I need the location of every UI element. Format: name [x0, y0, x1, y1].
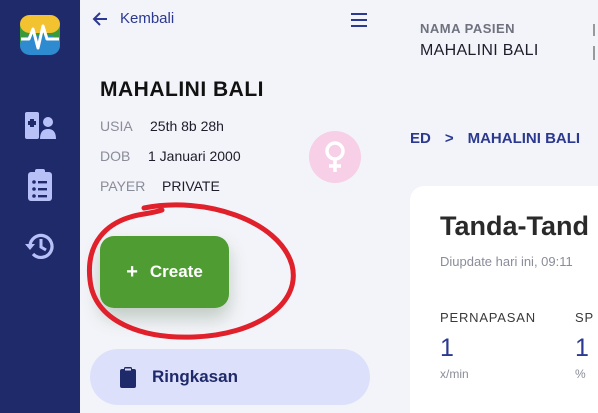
payer-label: PAYER: [100, 178, 146, 194]
create-button[interactable]: + Create: [100, 236, 229, 308]
breadcrumb-patient[interactable]: MAHALINI BALI: [468, 130, 581, 147]
next-column-edge: [593, 24, 595, 36]
usia-label: USIA: [100, 118, 133, 134]
history-icon[interactable]: [22, 228, 58, 264]
vital-value: 1: [440, 334, 454, 362]
heartbeat-logo[interactable]: [17, 12, 63, 58]
ringkasan-label: Ringkasan: [152, 367, 238, 386]
breadcrumb-ed[interactable]: ED: [410, 130, 431, 147]
dob-row: DOB 1 Januari 2000: [100, 148, 241, 164]
vital-label: PERNAPASAN: [440, 310, 536, 325]
female-icon: [325, 141, 345, 172]
payer-value: PRIVATE: [162, 178, 220, 194]
vital-value: 1: [575, 334, 589, 362]
back-label: Kembali: [120, 10, 175, 27]
next-column-edge: [593, 46, 595, 60]
breadcrumb: ED > MAHALINI BALI: [410, 130, 580, 147]
plus-icon: +: [126, 260, 138, 283]
vitals-card: Tanda-Tand Diupdate hari ini, 09:11 PERN…: [410, 186, 598, 413]
usia-row: USIA 25th 8b 28h: [100, 118, 224, 134]
vital-label: SP: [575, 310, 594, 325]
nama-pasien-label: NAMA PASIEN: [420, 21, 516, 36]
breadcrumb-separator: >: [444, 130, 454, 147]
vitals-updated: Diupdate hari ini, 09:11: [440, 254, 573, 269]
nama-pasien-value: MAHALINI BALI: [420, 42, 539, 59]
clipboard-icon[interactable]: [22, 167, 58, 203]
main-content: NAMA PASIEN MAHALINI BALI ED > MAHALINI …: [380, 0, 598, 413]
nav-rail: [0, 0, 80, 413]
vital-unit: %: [575, 367, 586, 381]
payer-row: PAYER PRIVATE: [100, 178, 220, 194]
patient-list-icon[interactable]: [22, 108, 58, 144]
dob-value: 1 Januari 2000: [148, 148, 241, 164]
patient-name: MAHALINI BALI: [100, 78, 264, 101]
hamburger-menu-icon[interactable]: [350, 11, 368, 29]
patient-panel: Kembali MAHALINI BALI USIA 25th 8b 28h D…: [80, 0, 380, 413]
create-label: Create: [149, 262, 203, 281]
back-link[interactable]: Kembali: [92, 10, 174, 27]
gender-badge: [309, 131, 361, 183]
dob-label: DOB: [100, 148, 131, 164]
vitals-title: Tanda-Tand: [440, 211, 589, 241]
ringkasan-button[interactable]: Ringkasan: [90, 349, 370, 405]
usia-value: 25th 8b 28h: [150, 118, 224, 134]
vital-unit: x/min: [440, 367, 469, 381]
arrow-left-icon: [92, 11, 107, 26]
clipboard-icon: [120, 367, 136, 388]
